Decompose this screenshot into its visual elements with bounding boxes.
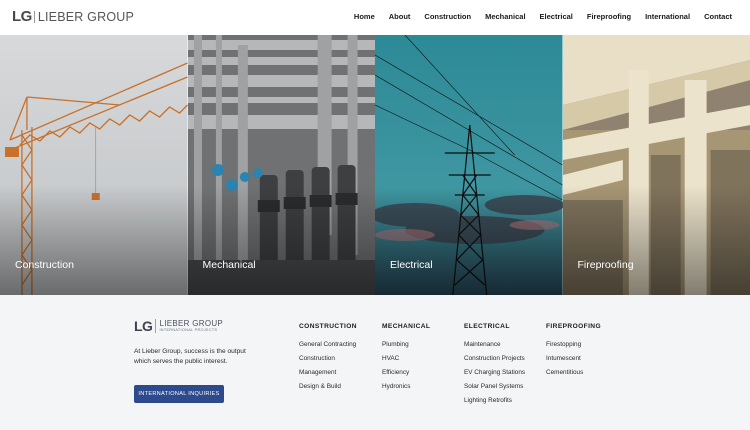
footer-link[interactable]: Design & Build xyxy=(299,383,357,391)
footer-link[interactable]: Firestopping xyxy=(546,341,601,349)
footer-logo-sub: INTERNATIONAL PROJECTS xyxy=(159,328,218,332)
panel-label-construction: Construction xyxy=(15,259,74,271)
footer-tagline: At Lieber Group, success is the output w… xyxy=(134,348,246,365)
logo-divider xyxy=(33,11,35,23)
nav-international[interactable]: International xyxy=(645,12,690,22)
footer-link[interactable]: Maintenance xyxy=(464,341,525,349)
footer-link[interactable]: EV Charging Stations xyxy=(464,369,525,377)
logo-text: LIEBER GROUP xyxy=(37,10,135,24)
footer-column-title: FIREPROOFING xyxy=(546,323,601,330)
site-logo[interactable]: LG LIEBER GROUP xyxy=(12,9,134,25)
panel-shade xyxy=(0,185,188,295)
nav-electrical[interactable]: Electrical xyxy=(540,12,573,22)
nav-contact[interactable]: Contact xyxy=(704,12,732,22)
panel-fireproofing[interactable]: Fireproofing xyxy=(562,35,750,295)
footer-link[interactable]: Construction Projects xyxy=(464,355,525,363)
panel-shade xyxy=(187,185,375,295)
footer-logo-text: LIEBER GROUP INTERNATIONAL PROJECTS xyxy=(159,319,223,333)
site-footer: LG LIEBER GROUP INTERNATIONAL PROJECTS A… xyxy=(0,295,750,430)
logo-mark: LG xyxy=(12,8,32,25)
footer-column-title: CONSTRUCTION xyxy=(299,323,357,330)
footer-link[interactable]: Intumescent xyxy=(546,355,601,363)
panel-electrical[interactable]: Electrical xyxy=(375,35,563,295)
nav-construction[interactable]: Construction xyxy=(424,12,471,22)
nav-mechanical[interactable]: Mechanical xyxy=(485,12,525,22)
footer-logo-mark: LG xyxy=(134,318,153,334)
footer-link[interactable]: Cementitious xyxy=(546,369,601,377)
footer-link[interactable]: Hydronics xyxy=(382,383,430,391)
panel-construction[interactable]: Construction xyxy=(0,35,188,295)
footer-link[interactable]: HVAC xyxy=(382,355,430,363)
footer-link[interactable]: General Contracting xyxy=(299,341,357,349)
panel-shade xyxy=(375,185,563,295)
panel-label-fireproofing: Fireproofing xyxy=(577,259,634,271)
panel-mechanical[interactable]: Mechanical xyxy=(187,35,375,295)
panel-shade xyxy=(562,185,750,295)
footer-link[interactable]: Lighting Retrofits xyxy=(464,397,525,405)
footer-column-construction: CONSTRUCTION General Contracting Constru… xyxy=(299,323,357,397)
nav-home[interactable]: Home xyxy=(354,12,375,22)
nav-fireproofing[interactable]: Fireproofing xyxy=(587,12,631,22)
main-nav: Home About Construction Mechanical Elect… xyxy=(340,12,732,22)
footer-column-title: ELECTRICAL xyxy=(464,323,510,330)
footer-logo-name: LIEBER GROUP xyxy=(159,319,224,328)
international-inquiries-button[interactable]: INTERNATIONAL INQUIRIES xyxy=(134,385,224,403)
footer-link[interactable]: Plumbing xyxy=(382,341,430,349)
panel-label-mechanical: Mechanical xyxy=(202,259,256,271)
footer-logo[interactable]: LG LIEBER GROUP INTERNATIONAL PROJECTS xyxy=(134,319,223,334)
footer-column-title: MECHANICAL xyxy=(382,323,431,330)
footer-link[interactable]: Efficiency xyxy=(382,369,430,377)
footer-logo-divider xyxy=(155,319,157,333)
panel-label-electrical: Electrical xyxy=(390,259,433,271)
footer-link[interactable]: Construction xyxy=(299,355,357,363)
footer-column-electrical: ELECTRICAL Maintenance Construction Proj… xyxy=(464,323,525,411)
service-panels: Construction Mechanical Electrical Firep… xyxy=(0,35,750,295)
footer-link[interactable]: Management xyxy=(299,369,357,377)
footer-link[interactable]: Solar Panel Systems xyxy=(464,383,525,391)
footer-column-mechanical: MECHANICAL Plumbing HVAC Efficiency Hydr… xyxy=(382,323,430,397)
nav-about[interactable]: About xyxy=(389,12,411,22)
site-header: LG LIEBER GROUP Home About Construction … xyxy=(0,0,750,35)
footer-column-fireproofing: FIREPROOFING Firestopping Intumescent Ce… xyxy=(546,323,601,383)
